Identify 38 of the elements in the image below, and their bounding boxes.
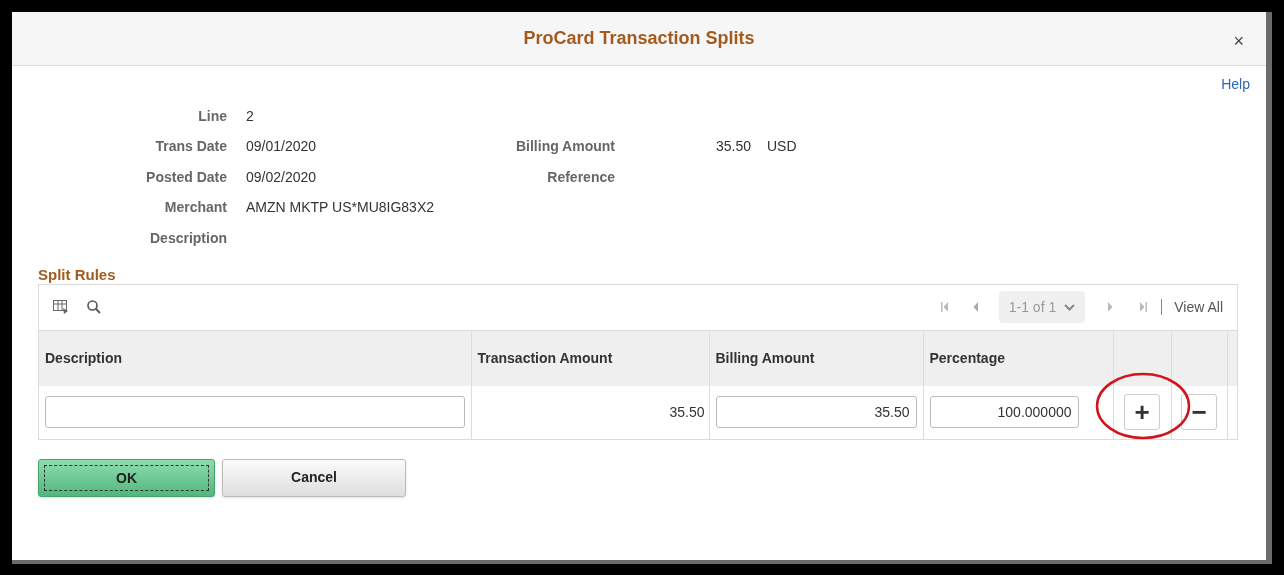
last-page-icon[interactable]	[1139, 301, 1148, 313]
close-button[interactable]: ×	[1233, 28, 1244, 55]
field-value: 09/02/2020	[246, 167, 318, 187]
field-value: 35.50	[714, 137, 751, 157]
field-label: Reference	[546, 167, 615, 187]
dialog-title: ProCard Transaction Splits	[523, 27, 755, 50]
currency-code: USD	[767, 137, 797, 157]
percentage-input[interactable]: 100.000000	[929, 396, 1079, 428]
empty-header-cell	[1227, 330, 1237, 386]
column-header: Percentage	[923, 330, 1113, 386]
field-value: 2	[246, 106, 255, 126]
column-header: Transaction Amount	[471, 330, 709, 386]
remove-row-button[interactable]: −	[1181, 394, 1217, 430]
column-header: Description	[39, 330, 471, 386]
next-page-icon[interactable]	[1107, 301, 1114, 313]
field-value: AMZN MKTP US*MU8IG83X2	[246, 198, 435, 218]
help-link[interactable]: Help	[1221, 74, 1250, 95]
search-icon[interactable]	[87, 300, 101, 314]
column-header: Billing Amount	[709, 330, 923, 386]
cancel-button[interactable]: Cancel	[222, 458, 406, 497]
field-label: Description	[149, 228, 228, 248]
field-label: Merchant	[163, 198, 228, 218]
add-row-button[interactable]: +	[1124, 394, 1160, 430]
field-value: 09/01/2020	[246, 137, 318, 157]
description-input[interactable]	[45, 396, 465, 428]
field-label: Line	[197, 106, 228, 126]
field-label: Posted Date	[145, 167, 228, 187]
section-title: Split Rules	[38, 265, 117, 284]
billing-amount-input[interactable]: 35.50	[715, 396, 917, 428]
field-label: Trans Date	[154, 137, 228, 157]
view-all-link[interactable]: View All	[1174, 296, 1223, 318]
chevron-down-icon	[1064, 303, 1076, 311]
field-label: Billing Amount	[514, 137, 615, 157]
grid-personalize-icon[interactable]	[53, 300, 69, 314]
table-cell: 35.50	[669, 403, 705, 420]
first-page-icon[interactable]	[940, 301, 949, 313]
ok-button[interactable]: OK	[38, 458, 215, 497]
previous-page-icon[interactable]	[972, 301, 979, 313]
